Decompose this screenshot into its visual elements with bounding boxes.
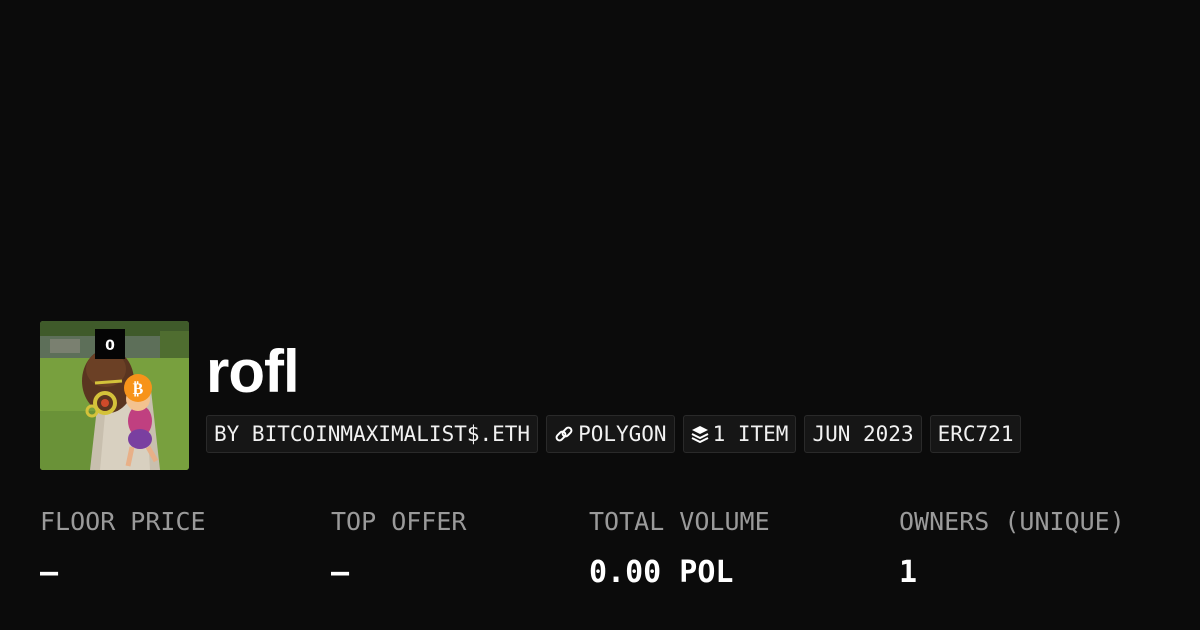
link-icon (554, 424, 574, 444)
date-chip-label: JUN 2023 (812, 422, 914, 446)
creator-chip[interactable]: BY BITCOINMAXIMALIST$.ETH (206, 415, 539, 453)
bitcoin-icon: ₿ (133, 379, 144, 398)
chain-chip-label: POLYGON (578, 422, 667, 446)
standard-chip: ERC721 (929, 415, 1022, 453)
collection-title: rofl (206, 338, 300, 405)
stat-label: TOTAL VOLUME (589, 507, 770, 536)
chain-chip[interactable]: POLYGON (546, 415, 675, 453)
creator-chip-label: BY BITCOINMAXIMALIST$.ETH (214, 422, 531, 446)
stat-top-offer: TOP OFFER – (331, 505, 466, 593)
stat-label: TOP OFFER (331, 507, 467, 536)
stat-total-volume: TOTAL VOLUME 0.00 POL (589, 505, 770, 593)
stat-owners: OWNERS (UNIQUE) 1 (899, 505, 1125, 593)
stat-floor-price: FLOOR PRICE – (40, 505, 206, 593)
svg-text:0: 0 (105, 338, 115, 354)
stat-value: – (331, 555, 350, 590)
collection-avatar: 0 ₿ (40, 321, 189, 470)
stat-value: 0.00 POL (589, 555, 734, 590)
items-chip-label: 1 ITEM (712, 422, 789, 446)
items-chip[interactable]: 1 ITEM (682, 415, 797, 453)
stat-value: 1 (899, 555, 918, 590)
standard-chip-label: ERC721 (937, 422, 1014, 446)
stat-value: – (40, 555, 59, 590)
avatar-image: 0 ₿ (40, 321, 189, 470)
collection-meta-chips: BY BITCOINMAXIMALIST$.ETH POLYGON 1 ITEM… (206, 415, 1022, 453)
stat-label: OWNERS (UNIQUE) (899, 507, 1125, 536)
layers-icon (691, 425, 709, 443)
collection-stats: FLOOR PRICE – TOP OFFER – TOTAL VOLUME 0… (0, 505, 1200, 605)
stat-label: FLOOR PRICE (40, 507, 206, 536)
date-chip: JUN 2023 (804, 415, 922, 453)
